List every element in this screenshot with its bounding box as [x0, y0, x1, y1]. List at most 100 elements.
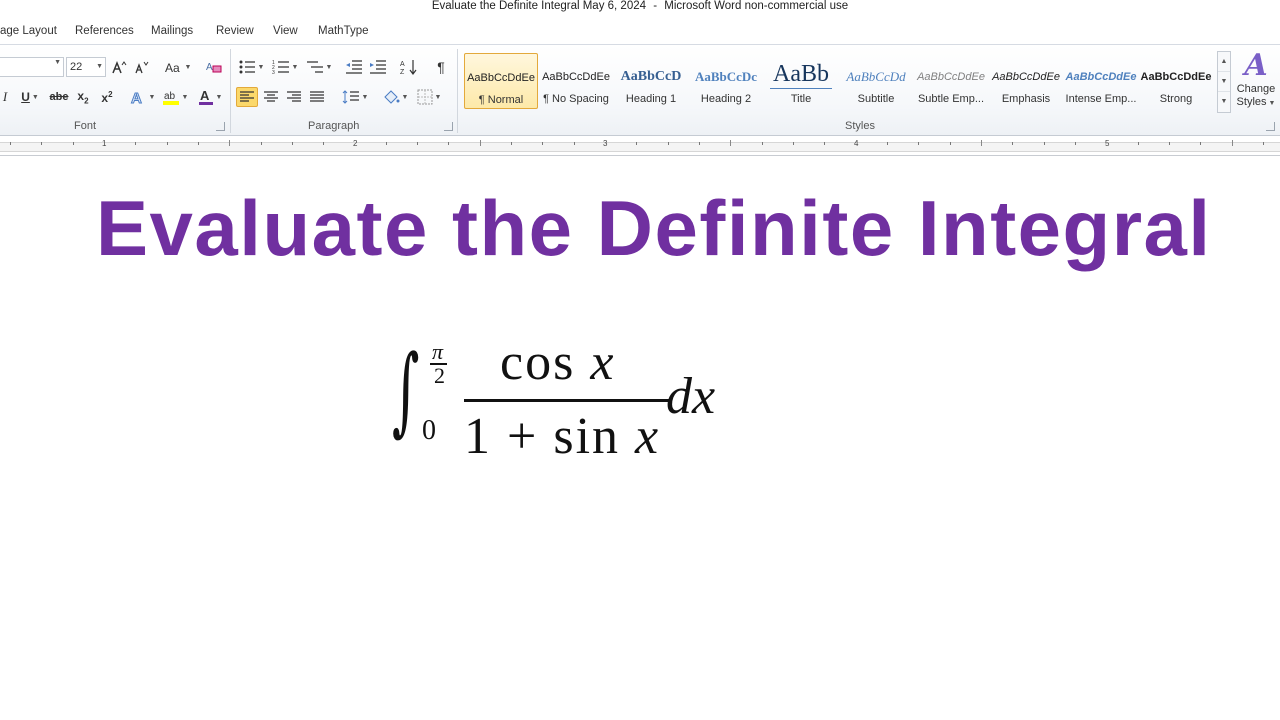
text-effects-button[interactable]: A ▼ — [128, 87, 156, 107]
sort-button[interactable]: AZ — [398, 57, 420, 77]
paragraph-group-label: Paragraph — [308, 120, 360, 132]
align-right-button[interactable] — [284, 87, 304, 107]
ruler-tick — [1044, 142, 1045, 145]
bullets-button[interactable]: ▼ — [236, 57, 266, 77]
paragraph-dialog-launcher-icon[interactable] — [444, 122, 453, 131]
italic-button[interactable]: I — [0, 87, 10, 107]
horizontal-ruler[interactable]: 1 2 3 4 5 — [0, 138, 1280, 156]
scroll-up-icon[interactable]: ▲ — [1218, 52, 1230, 72]
style-subtitle[interactable]: AaBbCcDd Subtitle — [839, 53, 913, 109]
ruler-tick — [417, 142, 418, 145]
show-formatting-marks-button[interactable]: ¶ — [432, 57, 450, 77]
style-name: Intense Emp... — [1065, 93, 1137, 105]
ruler-tick — [668, 142, 669, 145]
increase-indent-button[interactable] — [368, 57, 388, 77]
font-name-field[interactable]: ▼ — [0, 57, 64, 77]
ruler-tick — [1138, 142, 1139, 145]
multilevel-list-button[interactable]: ▼ — [304, 57, 334, 77]
decrease-indent-button[interactable] — [344, 57, 364, 77]
upper-limit-numerator: π — [432, 339, 444, 364]
style-emphasis[interactable]: AaBbCcDdEe Emphasis — [989, 53, 1063, 109]
group-divider — [457, 49, 458, 133]
ruler-number: 1 — [102, 139, 107, 148]
ruler-strip — [0, 142, 1280, 152]
underline-button[interactable]: U ▼ — [16, 87, 44, 107]
scroll-down-icon[interactable]: ▼ — [1218, 72, 1230, 92]
title-separator: - — [653, 0, 658, 12]
highlight-button[interactable]: ab ▼ — [160, 87, 190, 107]
integral-equation[interactable]: ∫ π 2 0 cos x 1 + sin x dx — [392, 335, 752, 475]
borders-button[interactable]: ▼ — [414, 87, 444, 107]
font-size-field[interactable]: 22 ▼ — [66, 57, 106, 77]
align-left-button[interactable] — [236, 87, 258, 107]
font-dialog-launcher-icon[interactable] — [216, 122, 225, 131]
ruler-tick — [1263, 142, 1264, 145]
tab-references[interactable]: References — [75, 25, 134, 37]
change-styles-label-text: Styles — [1236, 96, 1267, 108]
clear-formatting-button[interactable]: A — [204, 57, 224, 77]
ruler-tick — [574, 142, 575, 145]
tab-view[interactable]: View — [273, 25, 298, 37]
tab-review[interactable]: Review — [216, 25, 254, 37]
style-heading-1[interactable]: AaBbCcD Heading 1 — [614, 53, 688, 109]
ruler-tick — [918, 142, 919, 145]
group-divider — [230, 49, 231, 133]
paint-bucket-icon — [383, 90, 400, 104]
style-sample: AaBbCcDdEe — [917, 71, 985, 83]
style-title[interactable]: AaBb Title — [764, 53, 838, 109]
ruler-half-mark — [1232, 140, 1233, 146]
ruler-half-mark — [480, 140, 481, 146]
style-name: Title — [790, 93, 812, 105]
gallery-more-icon[interactable]: ▼ — [1218, 92, 1230, 112]
shading-button[interactable]: ▼ — [380, 87, 410, 107]
ruler-tick — [292, 142, 293, 145]
line-spacing-button[interactable]: ▼ — [340, 87, 370, 107]
grow-font-button[interactable] — [110, 57, 128, 77]
font-color-button[interactable]: A ▼ — [196, 87, 224, 107]
ruler-tick — [198, 142, 199, 145]
style-name: Strong — [1159, 93, 1193, 105]
tab-mailings[interactable]: Mailings — [151, 25, 193, 37]
style-no-spacing[interactable]: AaBbCcDdEe ¶ No Spacing — [539, 53, 613, 109]
style-heading-2[interactable]: AaBbCcDc Heading 2 — [689, 53, 763, 109]
document-page[interactable]: Evaluate the Definite Integral ∫ π 2 0 c… — [0, 157, 1280, 720]
style-intense-emphasis[interactable]: AaBbCcDdEe Intense Emp... — [1064, 53, 1138, 109]
change-styles-button[interactable]: A Change Styles ▼ — [1234, 49, 1278, 121]
subscript-button[interactable]: x2 — [74, 87, 92, 107]
denominator-variable: x — [635, 408, 661, 465]
ruler-tick — [167, 142, 168, 145]
styles-dialog-launcher-icon[interactable] — [1266, 122, 1275, 131]
numerator-function: cos — [500, 334, 576, 391]
font-group-label: Font — [74, 120, 97, 132]
ruler-tick — [135, 142, 136, 145]
ruler-tick — [1169, 142, 1170, 145]
ruler-tick — [762, 142, 763, 145]
style-normal[interactable]: AaBbCcDdEe ¶ Normal — [464, 53, 538, 109]
numbering-button[interactable]: 1 2 3 ▼ — [270, 57, 300, 77]
style-strong[interactable]: AaBbCcDdEe Strong — [1139, 53, 1213, 109]
ruler-tick — [41, 142, 42, 145]
tab-page-layout[interactable]: age Layout — [0, 25, 57, 37]
shrink-font-button[interactable] — [132, 57, 150, 77]
strikethrough-button[interactable]: abe — [48, 87, 70, 107]
ruler-tick — [1200, 142, 1201, 145]
change-case-button[interactable]: Aa ▼ — [164, 57, 192, 77]
style-sample: AaBbCcDdEe — [542, 71, 610, 83]
style-subtle-emphasis[interactable]: AaBbCcDdEe Subtle Emp... — [914, 53, 988, 109]
svg-text:Z: Z — [400, 69, 405, 76]
ruler-number: 4 — [854, 139, 859, 148]
font-color-icon: A — [198, 88, 213, 105]
styles-group-label: Styles — [845, 120, 875, 132]
document-title: Evaluate the Definite Integral May 6, 20… — [431, 0, 647, 12]
superscript-button[interactable]: x2 — [98, 87, 116, 107]
svg-text:A: A — [206, 62, 213, 73]
svg-text:A: A — [131, 90, 142, 105]
style-name: ¶ Normal — [478, 94, 524, 106]
chevron-down-icon: ▼ — [54, 59, 61, 66]
chevron-down-icon: ▼ — [96, 63, 103, 70]
tab-mathtype[interactable]: MathType — [318, 25, 369, 37]
ruler-tick — [699, 142, 700, 145]
align-left-icon — [240, 91, 254, 102]
align-center-button[interactable] — [261, 87, 281, 107]
justify-button[interactable] — [307, 87, 327, 107]
